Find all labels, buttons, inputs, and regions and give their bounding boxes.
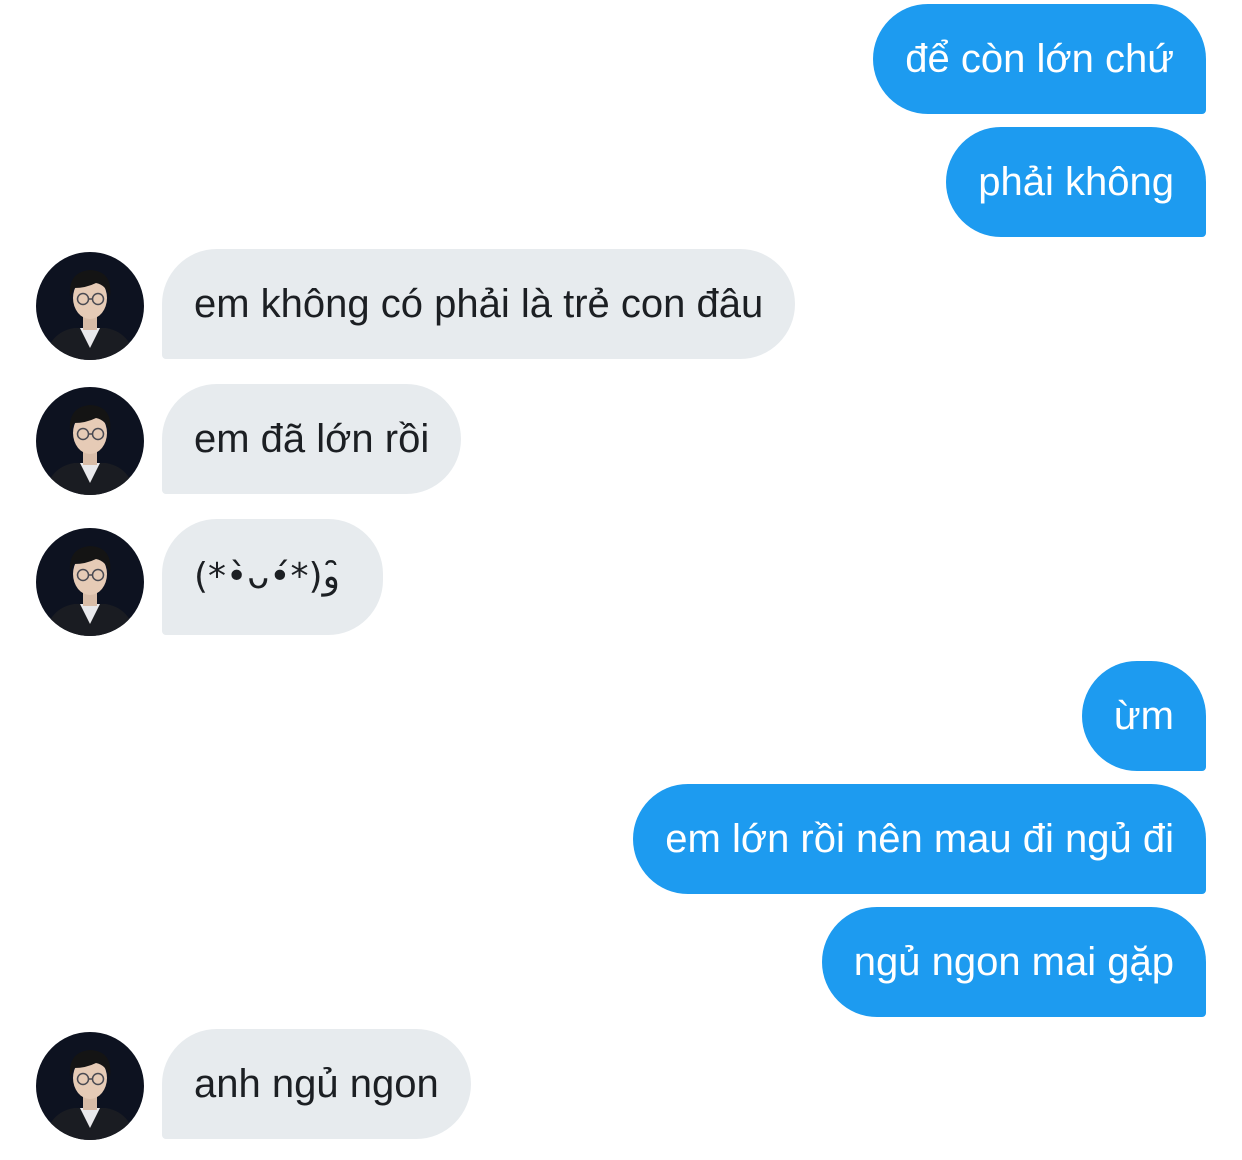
user-avatar-icon xyxy=(36,528,144,636)
incoming-message[interactable]: (*•̀ᴗ•́*)و ̑̑ xyxy=(162,519,384,635)
outgoing-message[interactable]: em lớn rồi nên mau đi ngủ đi xyxy=(633,784,1206,894)
avatar[interactable] xyxy=(36,1032,144,1140)
message-text: em không có phải là trẻ con đâu xyxy=(194,282,764,326)
incoming-message[interactable]: em đã lớn rồi xyxy=(162,384,462,494)
outgoing-message[interactable]: ngủ ngon mai gặp xyxy=(821,907,1206,1017)
incoming-message[interactable]: em không có phải là trẻ con đâu xyxy=(162,249,796,359)
message-text: phải không xyxy=(978,160,1174,204)
avatar[interactable] xyxy=(36,252,144,360)
message-text: ừm xyxy=(1113,694,1174,738)
message-text: ngủ ngon mai gặp xyxy=(853,940,1174,984)
user-avatar-icon xyxy=(36,387,144,495)
outgoing-message[interactable]: để còn lớn chứ xyxy=(873,4,1206,114)
incoming-message[interactable]: anh ngủ ngon xyxy=(162,1029,471,1139)
outgoing-message[interactable]: phải không xyxy=(946,127,1206,237)
message-text: (*•̀ᴗ•́*)و ̑̑ xyxy=(194,556,352,597)
outgoing-message[interactable]: ừm xyxy=(1081,661,1206,771)
message-text: anh ngủ ngon xyxy=(194,1062,439,1106)
message-text: em lớn rồi nên mau đi ngủ đi xyxy=(665,817,1174,861)
message-text: để còn lớn chứ xyxy=(905,37,1174,81)
avatar[interactable] xyxy=(36,528,144,636)
avatar[interactable] xyxy=(36,387,144,495)
user-avatar-icon xyxy=(36,1032,144,1140)
message-text: em đã lớn rồi xyxy=(194,417,430,461)
user-avatar-icon xyxy=(36,252,144,360)
